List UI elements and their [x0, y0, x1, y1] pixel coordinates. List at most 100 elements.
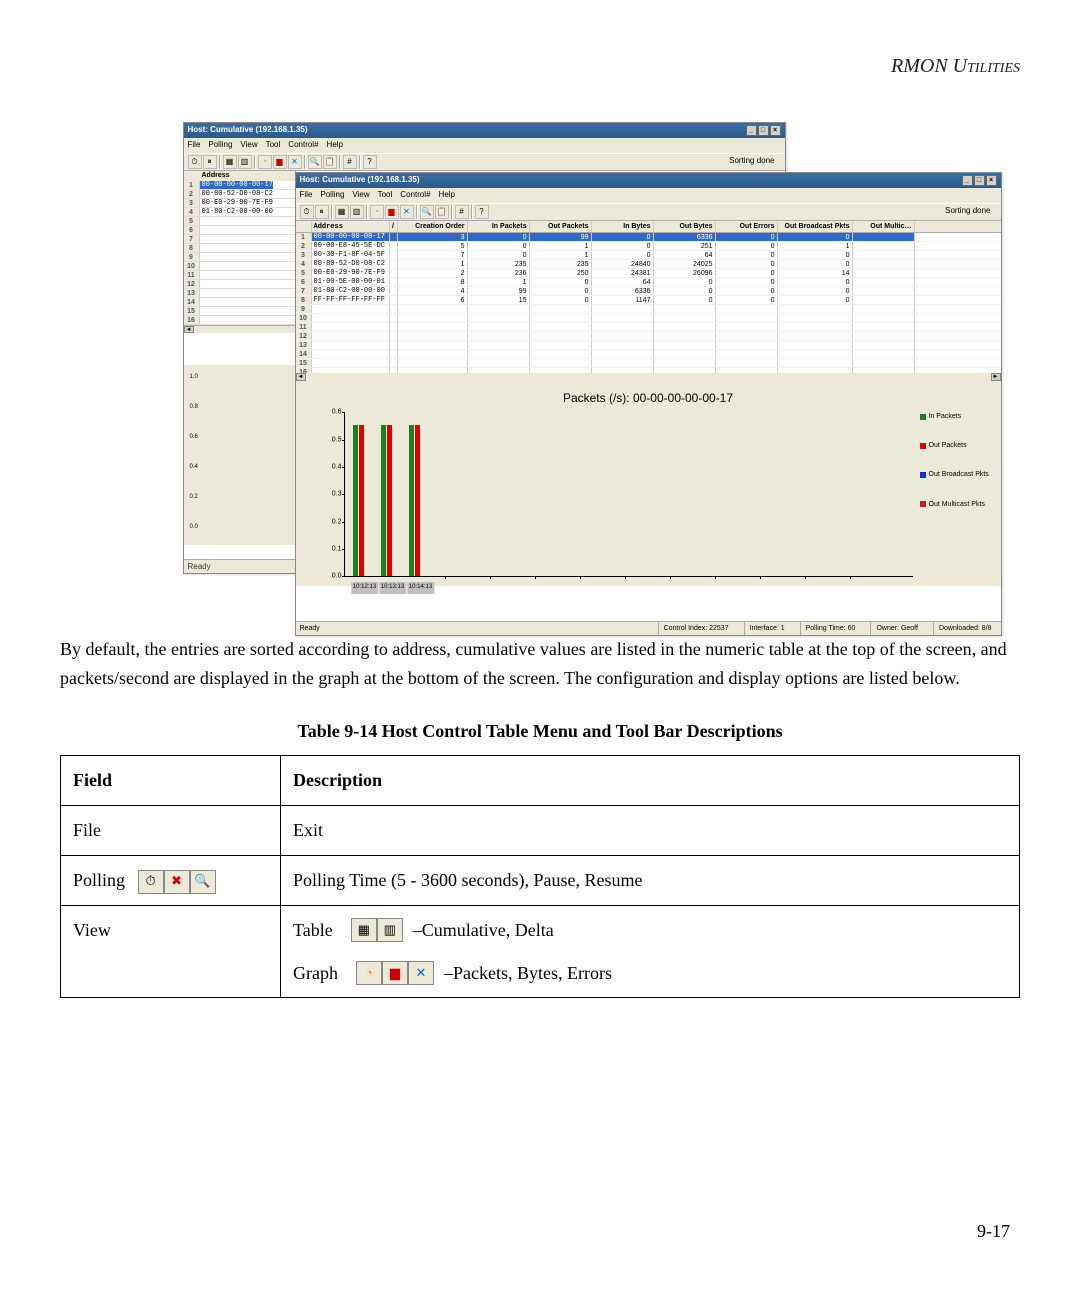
menu-tool[interactable]: Tool	[378, 189, 393, 202]
tb-bytes-icon[interactable]: ▆	[385, 205, 399, 219]
tb-delta-icon[interactable]: ▥	[350, 205, 364, 219]
table-row[interactable]: 12	[296, 332, 1001, 341]
col-address-hdr[interactable]: Address	[200, 171, 295, 181]
table-row[interactable]: 14	[296, 350, 1001, 359]
table-row[interactable]: 701-80-C2-00-00-0049906336000	[296, 287, 1001, 296]
menu-polling[interactable]: Polling	[208, 139, 232, 152]
view-table-icons: ▦ ▥	[351, 918, 403, 942]
table-row[interactable]: 10	[296, 314, 1001, 323]
table-row[interactable]: 300-E0-29-90-7E-F9	[184, 199, 295, 208]
table-row[interactable]: 11	[184, 271, 295, 280]
desc-view: Table ▦ ▥ –Cumulative, Delta Graph ◔ ▆ ✕…	[281, 905, 1020, 998]
menu-view[interactable]: View	[240, 139, 257, 152]
page-heading: RMON Utilities	[60, 50, 1020, 82]
tb-find-icon[interactable]: 🔍	[420, 205, 434, 219]
tb-bytes-icon[interactable]: ▆	[273, 155, 287, 169]
table-row[interactable]: 6	[184, 226, 295, 235]
table-row[interactable]: 13	[184, 289, 295, 298]
table-row[interactable]: 401-80-C2-00-00-00	[184, 208, 295, 217]
tb-help-icon[interactable]: ?	[475, 205, 489, 219]
hdr-address[interactable]: Address	[312, 221, 390, 232]
table-row[interactable]: 9	[184, 253, 295, 262]
tb-packets-icon[interactable]: ◔	[370, 205, 384, 219]
menu-description-table: Field Description File Exit Polling ⏱ ✖ …	[60, 755, 1020, 998]
table-row[interactable]: 100-00-00-00-00-17	[184, 181, 295, 190]
hdr-sort[interactable]: /	[390, 221, 398, 232]
page-number: 9-17	[977, 1217, 1010, 1246]
tb-copy-icon[interactable]: 📋	[323, 155, 337, 169]
maximize-icon[interactable]: □	[974, 175, 985, 186]
hdr-outpkts[interactable]: Out Packets	[530, 221, 592, 232]
tb-find-icon[interactable]: 🔍	[308, 155, 322, 169]
tb-cumul-icon[interactable]: ▦	[223, 155, 237, 169]
front-window: Host: Cumulative (192.168.1.35) _ □ × Fi…	[295, 172, 1002, 636]
tb-errors-icon[interactable]: ✕	[288, 155, 302, 169]
tb-index-icon[interactable]: #	[455, 205, 469, 219]
tb-packets-icon[interactable]: ◔	[258, 155, 272, 169]
menu-help[interactable]: Help	[327, 139, 343, 152]
desc-polling: Polling Time (5 - 3600 seconds), Pause, …	[281, 855, 1020, 905]
tb-cumul-icon[interactable]: ▦	[335, 205, 349, 219]
scroll-right-icon[interactable]: ►	[991, 373, 1001, 381]
tb-help-icon[interactable]: ?	[363, 155, 377, 169]
tb-pause-icon[interactable]: ⏸	[315, 205, 329, 219]
hdr-outerr[interactable]: Out Errors	[716, 221, 778, 232]
delta-icon: ▥	[377, 918, 403, 942]
table-row[interactable]: 5	[184, 217, 295, 226]
table-row[interactable]: 601-00-5E-00-00-0181064000	[296, 278, 1001, 287]
table-row[interactable]: 400-80-52-D0-08-C21235235248402402500	[296, 260, 1001, 269]
table-row[interactable]: 7	[184, 235, 295, 244]
table-row[interactable]: 8FF-FF-FF-FF-FF-FF61501147000	[296, 296, 1001, 305]
table-row[interactable]: 15	[184, 307, 295, 316]
table-row[interactable]: 11	[296, 323, 1001, 332]
tb-pause-icon[interactable]: ⏸	[203, 155, 217, 169]
table-row[interactable]: 500-E0-29-90-7E-F922362502438126096014	[296, 269, 1001, 278]
hdr-inpkts[interactable]: In Packets	[468, 221, 530, 232]
table-row[interactable]: 16	[184, 316, 295, 325]
menu-help[interactable]: Help	[439, 189, 455, 202]
front-hscroll[interactable]: ◄ ►	[296, 373, 1001, 381]
table-row[interactable]: 12	[184, 280, 295, 289]
legend-item: Out Multicast Pkts	[920, 499, 995, 510]
hdr-outbcast[interactable]: Out Broadcast Pkts	[778, 221, 853, 232]
table-row[interactable]: 13	[296, 341, 1001, 350]
maximize-icon[interactable]: □	[758, 125, 769, 136]
legend-item: In Packets	[920, 411, 995, 422]
scroll-left-icon[interactable]: ◄	[184, 326, 194, 333]
table-row[interactable]: 15	[296, 359, 1001, 368]
close-icon[interactable]: ×	[986, 175, 997, 186]
table-row[interactable]: 100-00-00-00-00-1730990633600	[296, 233, 1001, 242]
table-row[interactable]: 10	[184, 262, 295, 271]
table-row[interactable]: 8	[184, 244, 295, 253]
menu-control[interactable]: Control#	[288, 139, 318, 152]
menu-control[interactable]: Control#	[400, 189, 430, 202]
table-row[interactable]: 9	[296, 305, 1001, 314]
table-row[interactable]: 300-30-F1-8F-04-5F70106400	[296, 251, 1001, 260]
hdr-outmcast[interactable]: Out Multic…	[853, 221, 915, 232]
menu-file[interactable]: File	[300, 189, 313, 202]
tb-index-icon[interactable]: #	[343, 155, 357, 169]
hdr-creation[interactable]: Creation Order	[398, 221, 468, 232]
tb-errors-icon[interactable]: ✕	[400, 205, 414, 219]
table-row[interactable]: 200-80-52-D0-08-C2	[184, 190, 295, 199]
hdr-inbytes[interactable]: In Bytes	[592, 221, 654, 232]
scroll-left-icon[interactable]: ◄	[296, 373, 306, 381]
minimize-icon[interactable]: _	[962, 175, 973, 186]
close-icon[interactable]: ×	[770, 125, 781, 136]
tb-delta-icon[interactable]: ▥	[238, 155, 252, 169]
back-hscroll[interactable]: ◄	[184, 325, 295, 333]
menu-polling[interactable]: Polling	[320, 189, 344, 202]
table-row[interactable]: 14	[184, 298, 295, 307]
back-sort-status: Sorting done	[729, 155, 780, 168]
tb-clock-icon[interactable]: ⏱	[188, 155, 202, 169]
menu-file[interactable]: File	[188, 139, 201, 152]
hdr-outbytes[interactable]: Out Bytes	[654, 221, 716, 232]
menu-view[interactable]: View	[352, 189, 369, 202]
menu-tool[interactable]: Tool	[266, 139, 281, 152]
tb-clock-icon[interactable]: ⏱	[300, 205, 314, 219]
back-window-controls: _ □ ×	[746, 125, 781, 136]
ytick-label: 0.4	[190, 463, 198, 473]
tb-copy-icon[interactable]: 📋	[435, 205, 449, 219]
table-row[interactable]: 200-00-E8-45-5E-DC501025101	[296, 242, 1001, 251]
minimize-icon[interactable]: _	[746, 125, 757, 136]
